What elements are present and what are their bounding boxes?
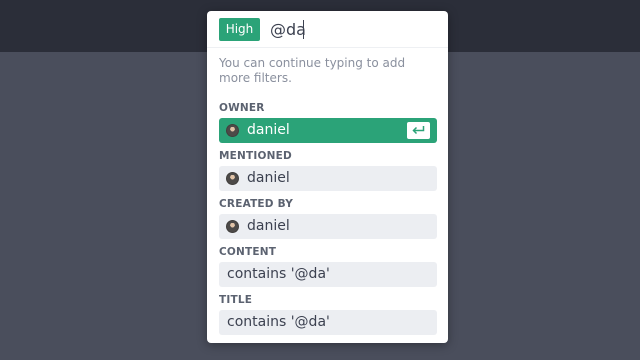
- mentioned-option-daniel[interactable]: daniel: [219, 166, 437, 191]
- option-label: daniel: [247, 218, 290, 234]
- section-label-content: CONTENT: [219, 246, 277, 258]
- text-caret: [303, 20, 304, 39]
- title-contains-option[interactable]: contains '@da': [219, 310, 437, 335]
- typing-hint: You can continue typing to add more filt…: [219, 56, 406, 85]
- option-label: daniel: [247, 170, 290, 186]
- filter-search-input[interactable]: [270, 17, 430, 41]
- filter-suggestion-popup: High You can continue typing to add more…: [207, 11, 448, 343]
- user-avatar: [226, 172, 239, 185]
- option-label: contains '@da': [227, 266, 330, 282]
- created-by-option-daniel[interactable]: daniel: [219, 214, 437, 239]
- section-label-created-by: CREATED BY: [219, 198, 294, 210]
- enter-key-icon: [407, 122, 430, 139]
- option-label: daniel: [247, 122, 290, 138]
- option-label: contains '@da': [227, 314, 330, 330]
- section-label-owner: OWNER: [219, 102, 265, 114]
- user-avatar: [226, 220, 239, 233]
- filter-search-row: High: [207, 11, 448, 48]
- owner-option-daniel[interactable]: daniel: [219, 118, 437, 143]
- content-contains-option[interactable]: contains '@da': [219, 262, 437, 287]
- section-label-mentioned: MENTIONED: [219, 150, 292, 162]
- user-avatar: [226, 124, 239, 137]
- priority-filter-tag[interactable]: High: [219, 18, 260, 41]
- section-label-title: TITLE: [219, 294, 253, 306]
